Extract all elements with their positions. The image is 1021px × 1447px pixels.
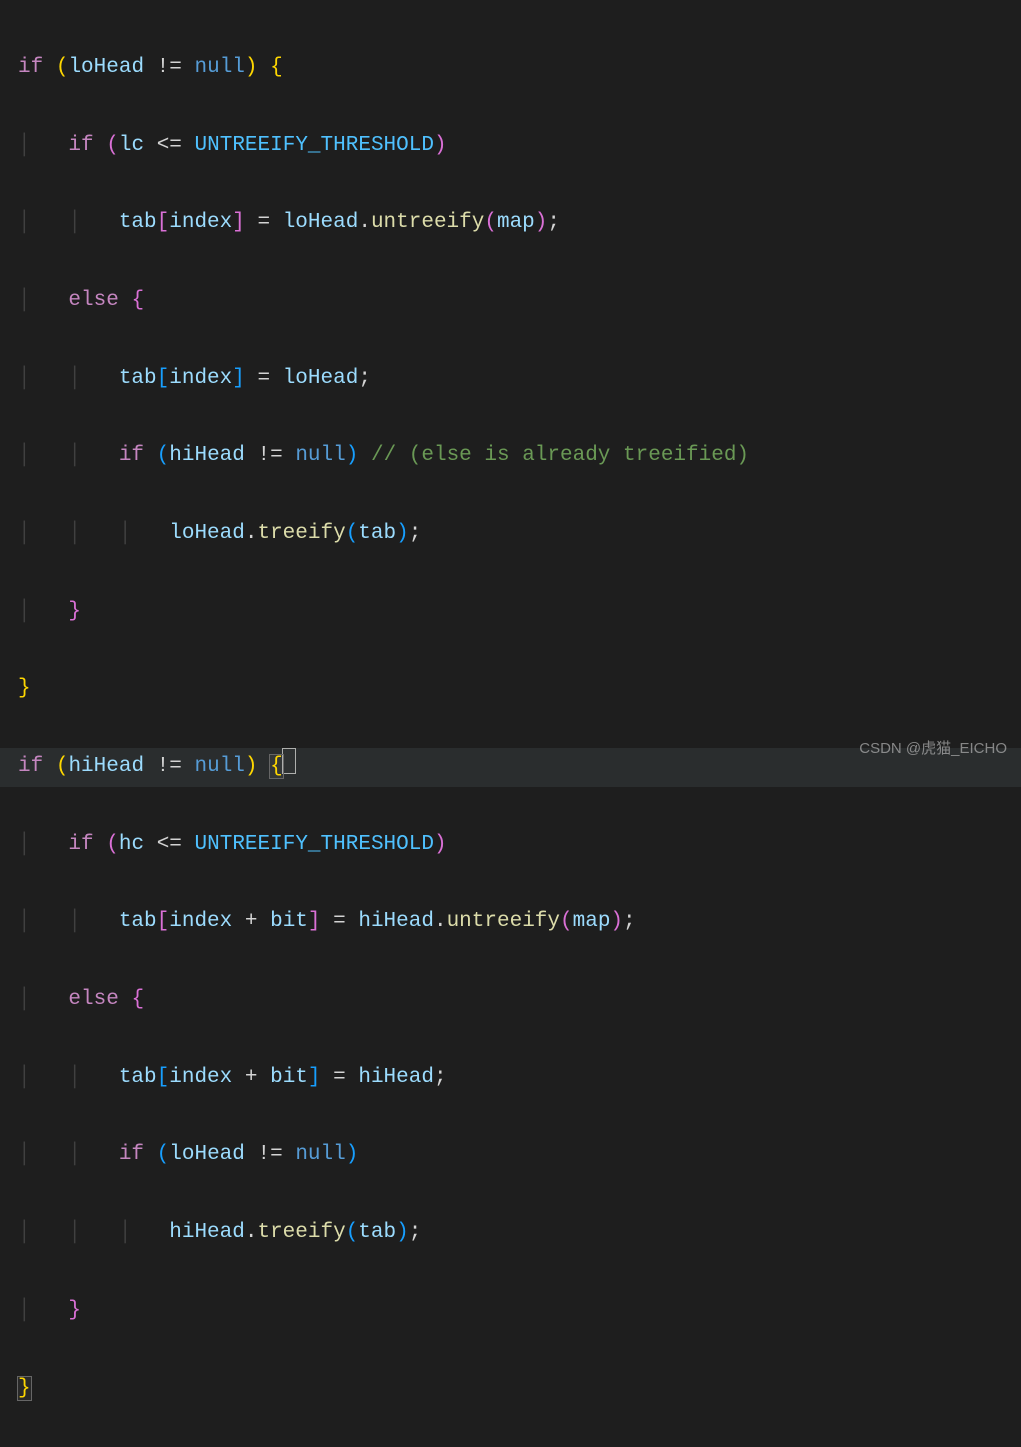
- brace-match: }: [18, 1377, 31, 1400]
- code-line: }: [18, 1370, 1021, 1409]
- text-cursor: [282, 748, 296, 774]
- watermark-text: CSDN @虎猫_EICHO: [859, 735, 1007, 763]
- code-line: │ │ tab[index + bit] = hiHead.untreeify(…: [18, 903, 1021, 942]
- code-line: │ else {: [18, 981, 1021, 1020]
- comment: // (else is already treeified): [371, 444, 749, 467]
- code-line: │ │ │ hiHead.treeify(tab);: [18, 1214, 1021, 1253]
- code-editor[interactable]: if (loHead != null) { │ if (lc <= UNTREE…: [0, 0, 1021, 1447]
- code-line: │ if (hc <= UNTREEIFY_THRESHOLD): [18, 826, 1021, 865]
- code-line: │ if (lc <= UNTREEIFY_THRESHOLD): [18, 127, 1021, 166]
- code-line: │ }: [18, 593, 1021, 632]
- keyword-if: if: [18, 56, 43, 79]
- code-line: │ }: [18, 1292, 1021, 1331]
- code-line: │ │ tab[index] = loHead.untreeify(map);: [18, 204, 1021, 243]
- code-line: │ │ tab[index] = loHead;: [18, 360, 1021, 399]
- code-line: │ │ │ loHead.treeify(tab);: [18, 515, 1021, 554]
- code-line: │ else {: [18, 282, 1021, 321]
- code-line: if (loHead != null) {: [18, 49, 1021, 88]
- code-line: }: [18, 670, 1021, 709]
- code-line: │ │ if (loHead != null): [18, 1136, 1021, 1175]
- code-line: │ │ tab[index + bit] = hiHead;: [18, 1059, 1021, 1098]
- code-line: │ │ if (hiHead != null) // (else is alre…: [18, 437, 1021, 476]
